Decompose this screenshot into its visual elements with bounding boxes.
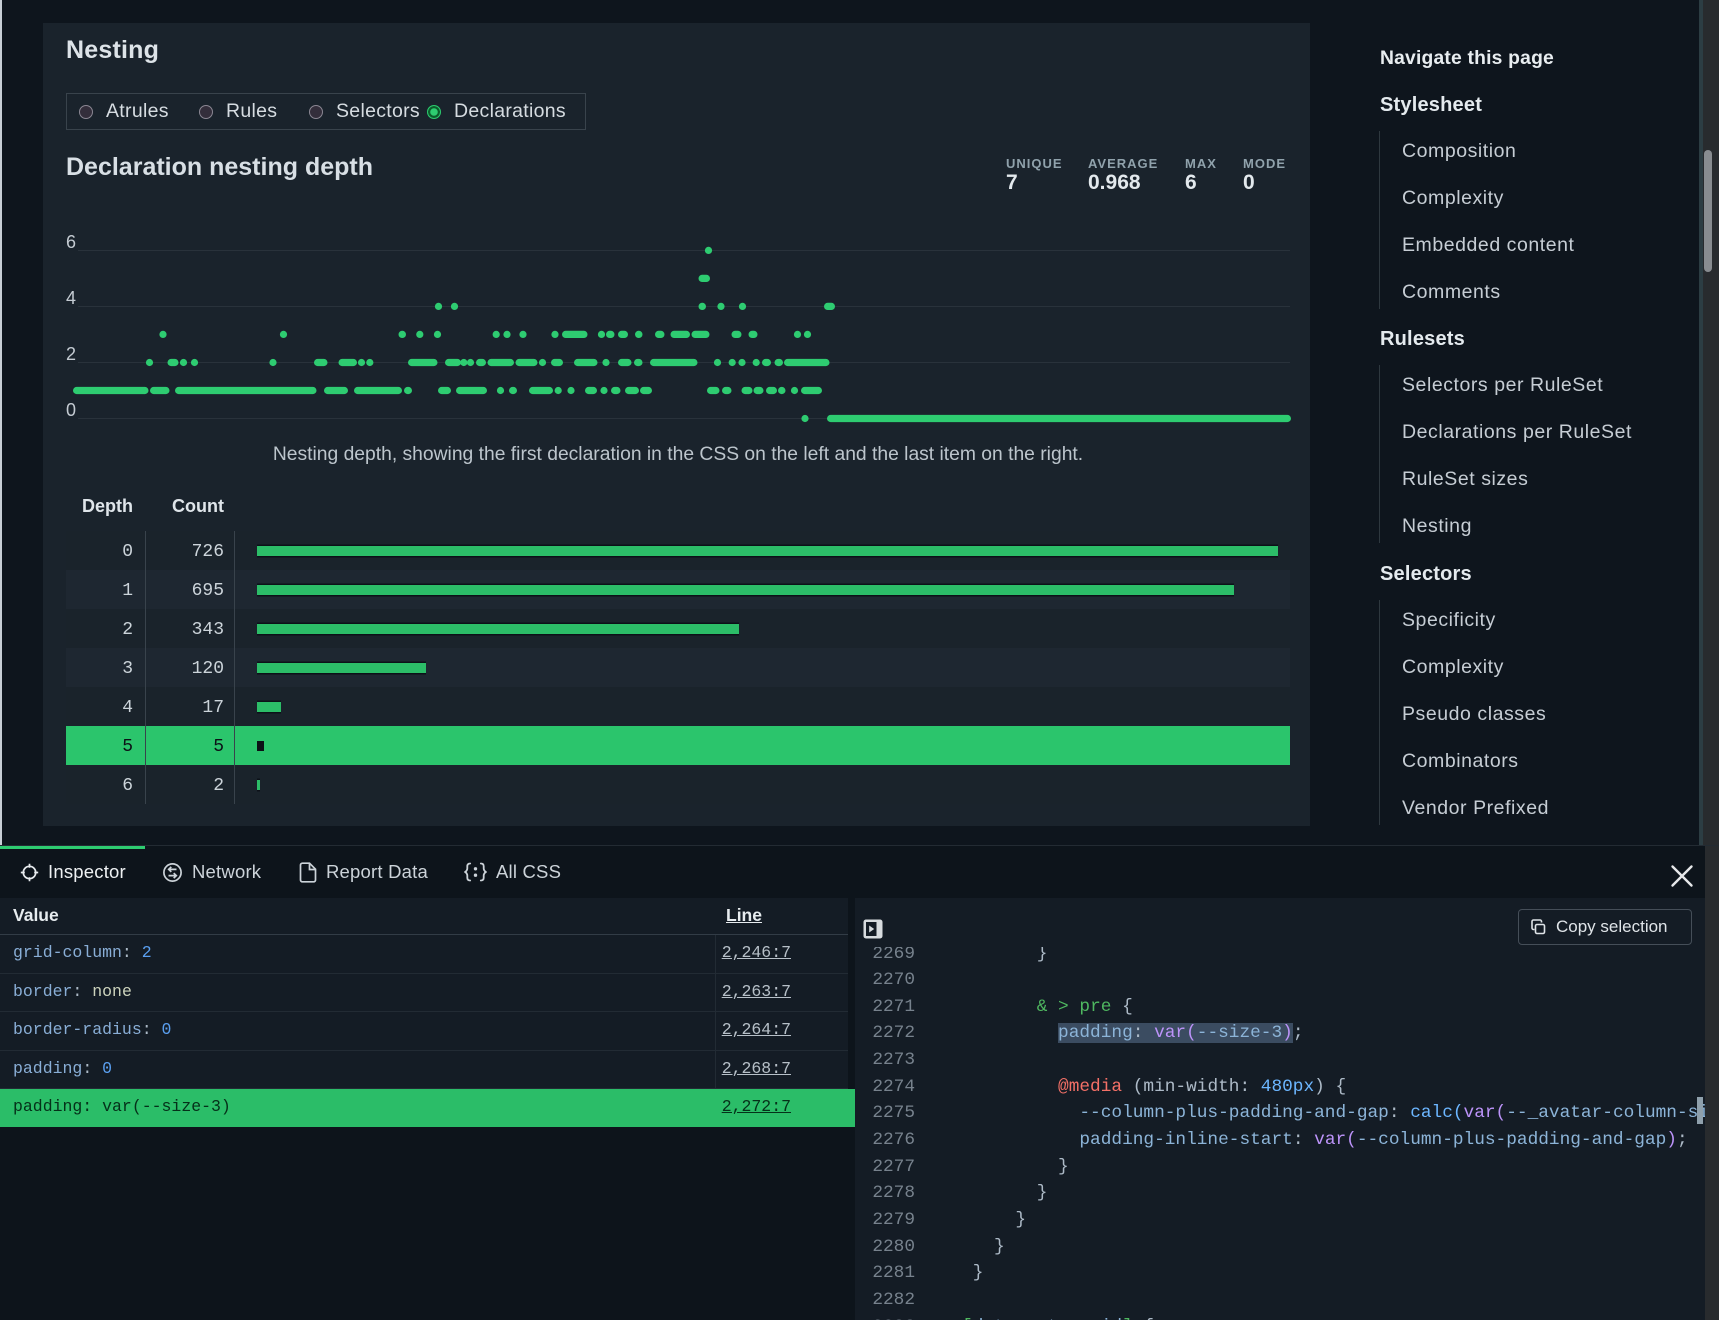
svg-text:0: 0 — [66, 400, 76, 420]
svg-text:6: 6 — [66, 232, 76, 252]
svg-text:4: 4 — [66, 288, 76, 308]
svg-text:2: 2 — [66, 344, 76, 364]
